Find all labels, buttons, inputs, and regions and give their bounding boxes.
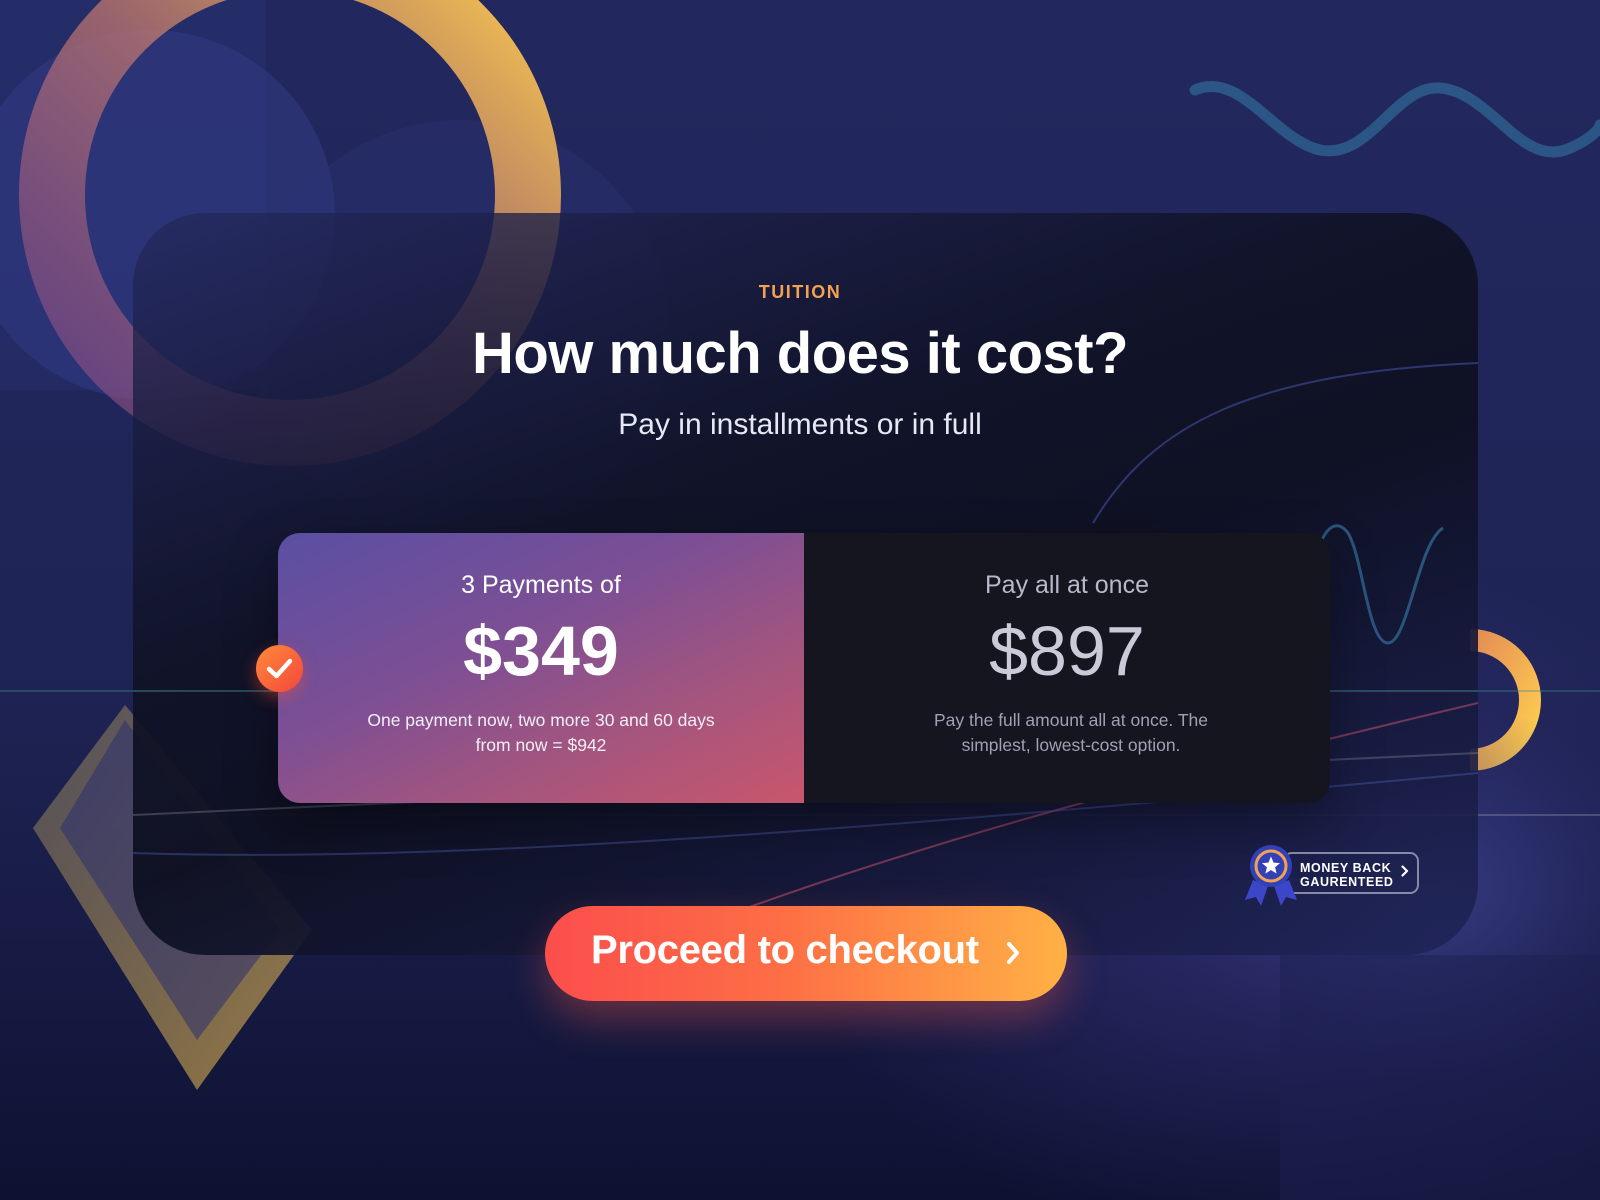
checkout-button-label: Proceed to checkout (591, 928, 979, 972)
chevron-right-icon (1401, 864, 1409, 882)
proceed-to-checkout-button[interactable]: Proceed to checkout (545, 906, 1067, 1001)
page-title: How much does it cost? (471, 321, 1129, 386)
plan-price: $349 (463, 612, 619, 690)
ribbon-medal-icon (1245, 845, 1297, 906)
badge-line-1: MONEY BACK (1300, 861, 1392, 875)
plan-description: Pay the full amount all at once. The sim… (933, 710, 1208, 755)
plan-option-full[interactable]: Pay all at once $897 Pay the full amount… (804, 533, 1330, 803)
money-back-badge[interactable]: MONEY BACK GAURENTEED (1243, 844, 1419, 906)
badge-line-2: GAURENTEED (1300, 875, 1394, 889)
page-background: TUITION How much does it cost? Pay in in… (0, 0, 1600, 1200)
plan-option-installments[interactable]: 3 Payments of $349 One payment now, two … (278, 533, 804, 803)
plan-price: $897 (989, 612, 1145, 690)
plan-label: Pay all at once (985, 571, 1149, 599)
chevron-right-icon (1005, 940, 1021, 969)
plan-description: One payment now, two more 30 and 60 days… (367, 710, 715, 755)
page-subtitle: Pay in installments or in full (618, 408, 982, 441)
badge-text: MONEY BACK GAURENTEED (1300, 861, 1400, 889)
payment-options: 3 Payments of $349 One payment now, two … (278, 533, 1330, 803)
plan-label: 3 Payments of (461, 571, 621, 599)
check-icon (256, 645, 303, 692)
section-eyebrow: TUITION (758, 282, 842, 302)
